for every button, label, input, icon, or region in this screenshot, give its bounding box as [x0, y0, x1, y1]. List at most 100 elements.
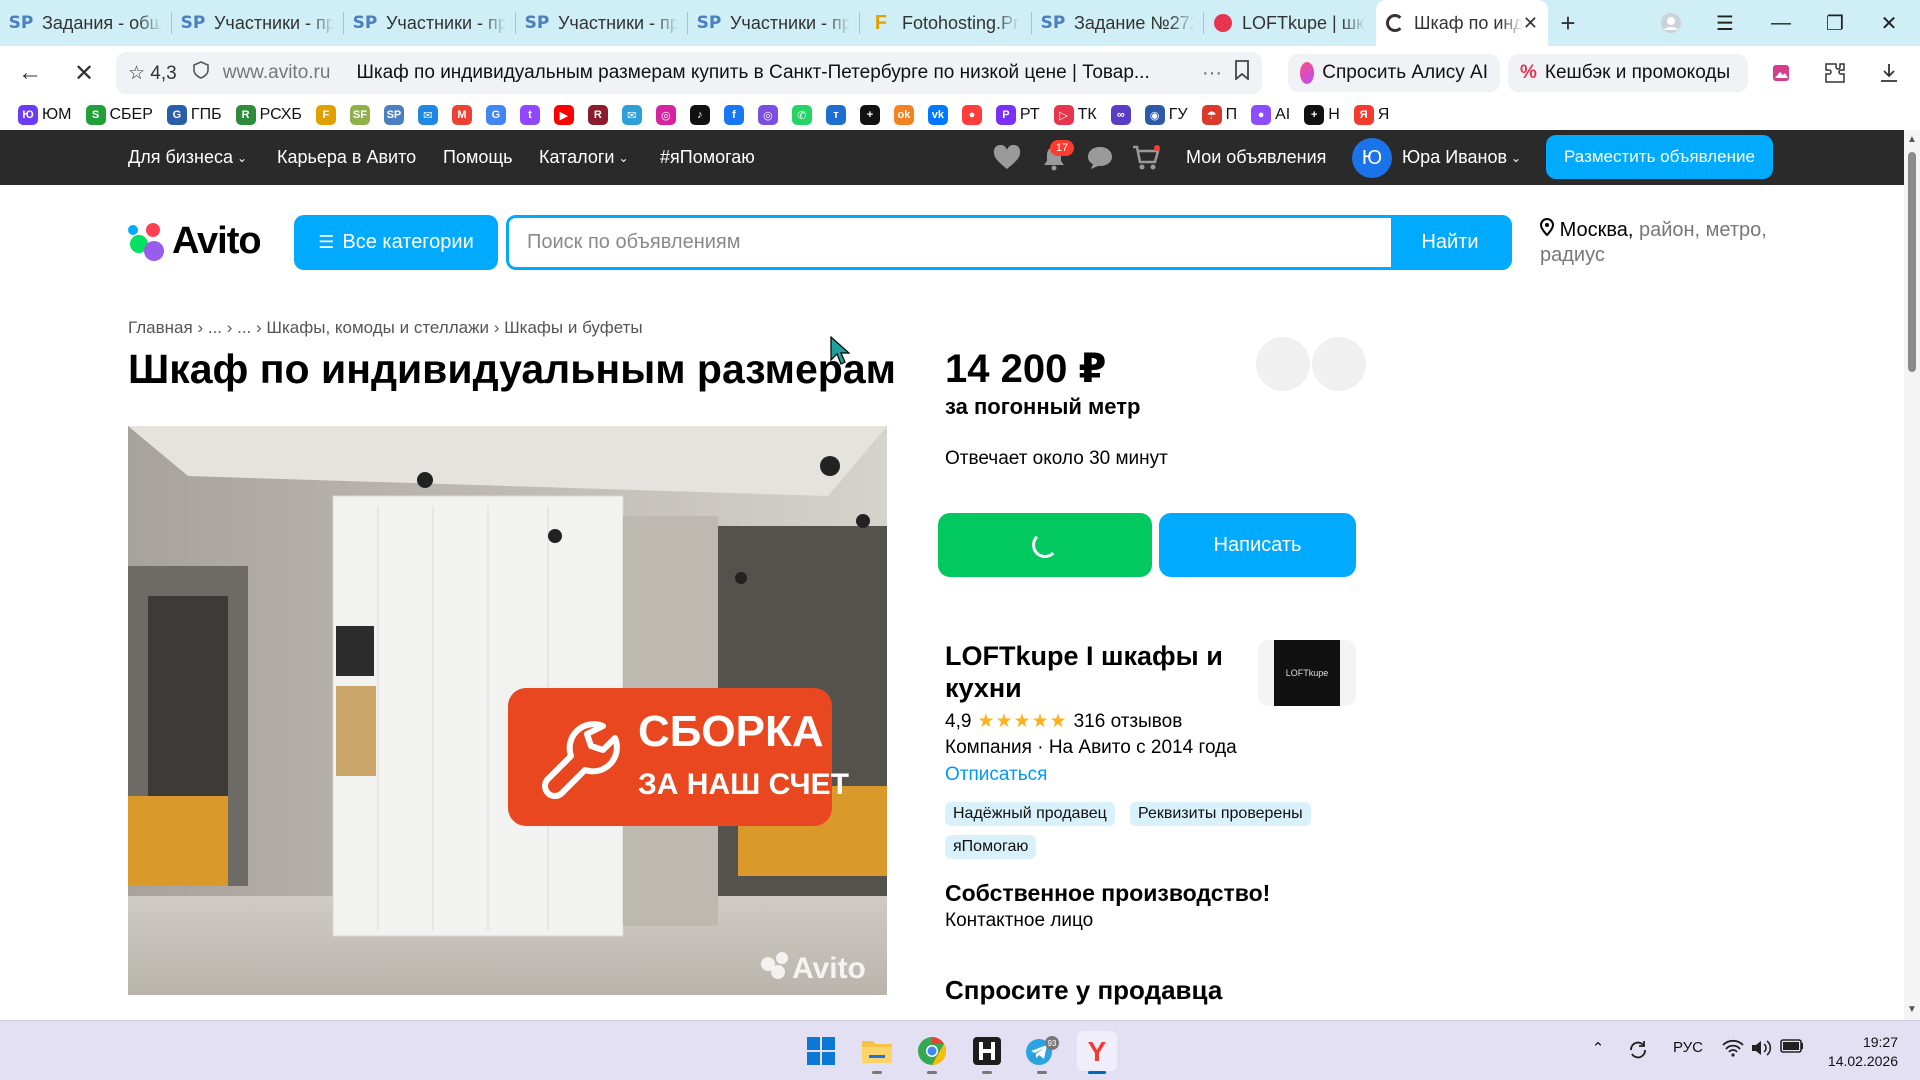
battery-icon[interactable]	[1778, 1039, 1806, 1053]
hamster-app-icon[interactable]	[967, 1031, 1007, 1071]
bookmark-item[interactable]: SF	[349, 105, 370, 125]
bookmark-item[interactable]: ЯЯ	[1353, 105, 1389, 125]
downloads-icon[interactable]	[1870, 54, 1908, 92]
restore-icon[interactable]: ❐	[1812, 0, 1858, 46]
profile-icon[interactable]	[1648, 0, 1694, 46]
bookmark-item[interactable]: ◎	[655, 105, 676, 125]
gallery-icon[interactable]	[1762, 54, 1800, 92]
scroll-down-icon[interactable]: ▼	[1907, 1004, 1917, 1015]
browser-tab[interactable]: SP Участники - пр	[344, 0, 516, 46]
browser-tab[interactable]: SP Участники - пр	[516, 0, 688, 46]
bookmark-item[interactable]: ●	[961, 105, 982, 125]
bookmark-item[interactable]: vk	[927, 105, 948, 125]
nav-my-ads[interactable]: Мои объявления	[1186, 130, 1326, 185]
site-rating[interactable]: ☆ 4,3	[128, 62, 177, 85]
minimize-icon[interactable]: —	[1758, 0, 1804, 46]
extensions-icon[interactable]	[1816, 54, 1854, 92]
nav-catalogs[interactable]: Каталоги ⌄	[539, 130, 629, 185]
bookmark-item[interactable]: ◎	[757, 105, 778, 125]
bookmark-item[interactable]: f	[723, 105, 744, 125]
nav-career[interactable]: Карьера в Авито	[277, 130, 416, 185]
favorite-circle-button[interactable]	[1256, 337, 1310, 391]
bookmark-item[interactable]: t	[519, 105, 540, 125]
new-tab-icon[interactable]: +	[1548, 0, 1588, 46]
bookmark-item[interactable]: ∞	[1110, 105, 1131, 125]
ask-alice-button[interactable]: Спросить Алису AI	[1288, 54, 1500, 92]
bookmark-item[interactable]: ✆	[791, 105, 812, 125]
cashback-button[interactable]: % Кешбэк и промокоды	[1508, 54, 1748, 92]
show-phone-button[interactable]	[938, 513, 1152, 577]
file-explorer-icon[interactable]	[857, 1031, 897, 1071]
share-circle-button[interactable]	[1312, 337, 1366, 391]
bookmark-item[interactable]: ● AI	[1251, 105, 1290, 125]
avatar[interactable]: Ю	[1352, 138, 1392, 178]
breadcrumb-item[interactable]: Шкафы, комоды и стеллажи	[266, 318, 489, 337]
seller-rating-row[interactable]: 4,9 ★★★★★ 316 отзывов	[945, 710, 1182, 733]
nav-help[interactable]: Помощь	[443, 130, 513, 185]
breadcrumb-item[interactable]: Главная	[128, 318, 193, 337]
bookmark-item[interactable]: + Н	[1304, 105, 1340, 125]
cart-icon[interactable]	[1130, 142, 1162, 174]
yandex-browser-icon[interactable]: Y	[1077, 1031, 1117, 1071]
listing-photo[interactable]: СБОРКА ЗА НАШ СЧЕТ Avito	[128, 426, 887, 995]
window-close-icon[interactable]: ✕	[1866, 0, 1912, 46]
seller-logo[interactable]: LOFTkupe	[1258, 640, 1356, 706]
breadcrumb-item[interactable]: Шкафы и буфеты	[504, 318, 643, 337]
bookmark-icon[interactable]	[1234, 60, 1250, 86]
nav-ya-help[interactable]: #яПомогаю	[660, 130, 755, 185]
unsubscribe-link[interactable]: Отписаться	[945, 764, 1047, 786]
back-icon[interactable]: ←	[8, 51, 52, 95]
tab-close-icon[interactable]: ✕	[1523, 13, 1538, 34]
nav-for-business[interactable]: Для бизнеса ⌄	[128, 130, 247, 185]
sync-icon[interactable]	[1624, 1039, 1652, 1061]
location-selector[interactable]: Москва, район, метро, радиус	[1539, 217, 1780, 268]
browser-tab[interactable]: Шкаф по инд ✕	[1376, 0, 1548, 46]
nav-user-menu[interactable]: Юра Иванов ⌄	[1402, 130, 1521, 185]
breadcrumb-item[interactable]: ...	[208, 318, 222, 337]
start-icon[interactable]	[801, 1031, 841, 1071]
bookmark-item[interactable]: ◉ ГУ	[1144, 105, 1188, 125]
bookmark-item[interactable]: R	[587, 105, 608, 125]
scrollbar-thumb[interactable]	[1908, 152, 1916, 372]
browser-tab[interactable]: SP Участники - пр	[688, 0, 860, 46]
system-clock[interactable]: 19:27 14.02.2026	[1818, 1033, 1898, 1071]
stop-loading-icon[interactable]: ✕	[62, 51, 106, 95]
browser-menu-icon[interactable]: ☰	[1702, 0, 1748, 46]
find-button[interactable]: Найти	[1391, 218, 1509, 267]
bookmark-item[interactable]: т	[825, 105, 846, 125]
bookmark-item[interactable]: F	[315, 105, 336, 125]
bookmark-item[interactable]: S СБЕР	[85, 105, 153, 125]
write-message-button[interactable]: Написать	[1159, 513, 1356, 577]
favorites-heart-icon[interactable]	[991, 142, 1023, 174]
telegram-icon[interactable]: 93	[1022, 1031, 1062, 1071]
browser-tab[interactable]: SP Задание №272	[1032, 0, 1204, 46]
breadcrumb-item[interactable]: ...	[237, 318, 251, 337]
bookmark-item[interactable]: ☂ П	[1201, 105, 1237, 125]
bookmark-item[interactable]: Ю ЮМ	[18, 105, 72, 125]
messages-icon[interactable]	[1084, 142, 1116, 174]
address-bar[interactable]: ☆ 4,3 www.avito.ru Шкаф по индивидуальны…	[116, 52, 1262, 94]
volume-icon[interactable]	[1748, 1039, 1774, 1057]
all-categories-button[interactable]: ☰ Все категории	[294, 215, 498, 270]
scroll-up-icon[interactable]: ▲	[1907, 134, 1917, 145]
browser-tab[interactable]: SP Задания - общ	[0, 0, 172, 46]
browser-tab[interactable]: SP Участники - пр	[172, 0, 344, 46]
more-icon[interactable]: ···	[1202, 62, 1222, 85]
page-scrollbar[interactable]: ▲ ▼	[1904, 130, 1920, 1020]
shield-icon[interactable]	[192, 61, 209, 85]
bookmark-item[interactable]: ✉	[621, 105, 642, 125]
bookmark-item[interactable]: G	[485, 105, 506, 125]
language-indicator[interactable]: РУС	[1668, 1039, 1708, 1056]
browser-tab[interactable]: LOFTkupe | шка	[1204, 0, 1376, 46]
bookmark-item[interactable]: ♪	[689, 105, 710, 125]
tray-chevron-up-icon[interactable]: ⌃	[1586, 1039, 1610, 1057]
bookmark-item[interactable]: ok	[893, 105, 914, 125]
bookmark-item[interactable]: G ГПБ	[166, 105, 222, 125]
bookmark-item[interactable]: ✉	[417, 105, 438, 125]
browser-tab[interactable]: F Fotohosting.Pr	[860, 0, 1032, 46]
bookmark-item[interactable]: P РТ	[995, 105, 1040, 125]
bookmark-item[interactable]: ▷ ТК	[1053, 105, 1097, 125]
bookmark-item[interactable]: SP	[383, 105, 404, 125]
bookmark-item[interactable]: M	[451, 105, 472, 125]
avito-logo[interactable]: Avito	[128, 220, 262, 263]
